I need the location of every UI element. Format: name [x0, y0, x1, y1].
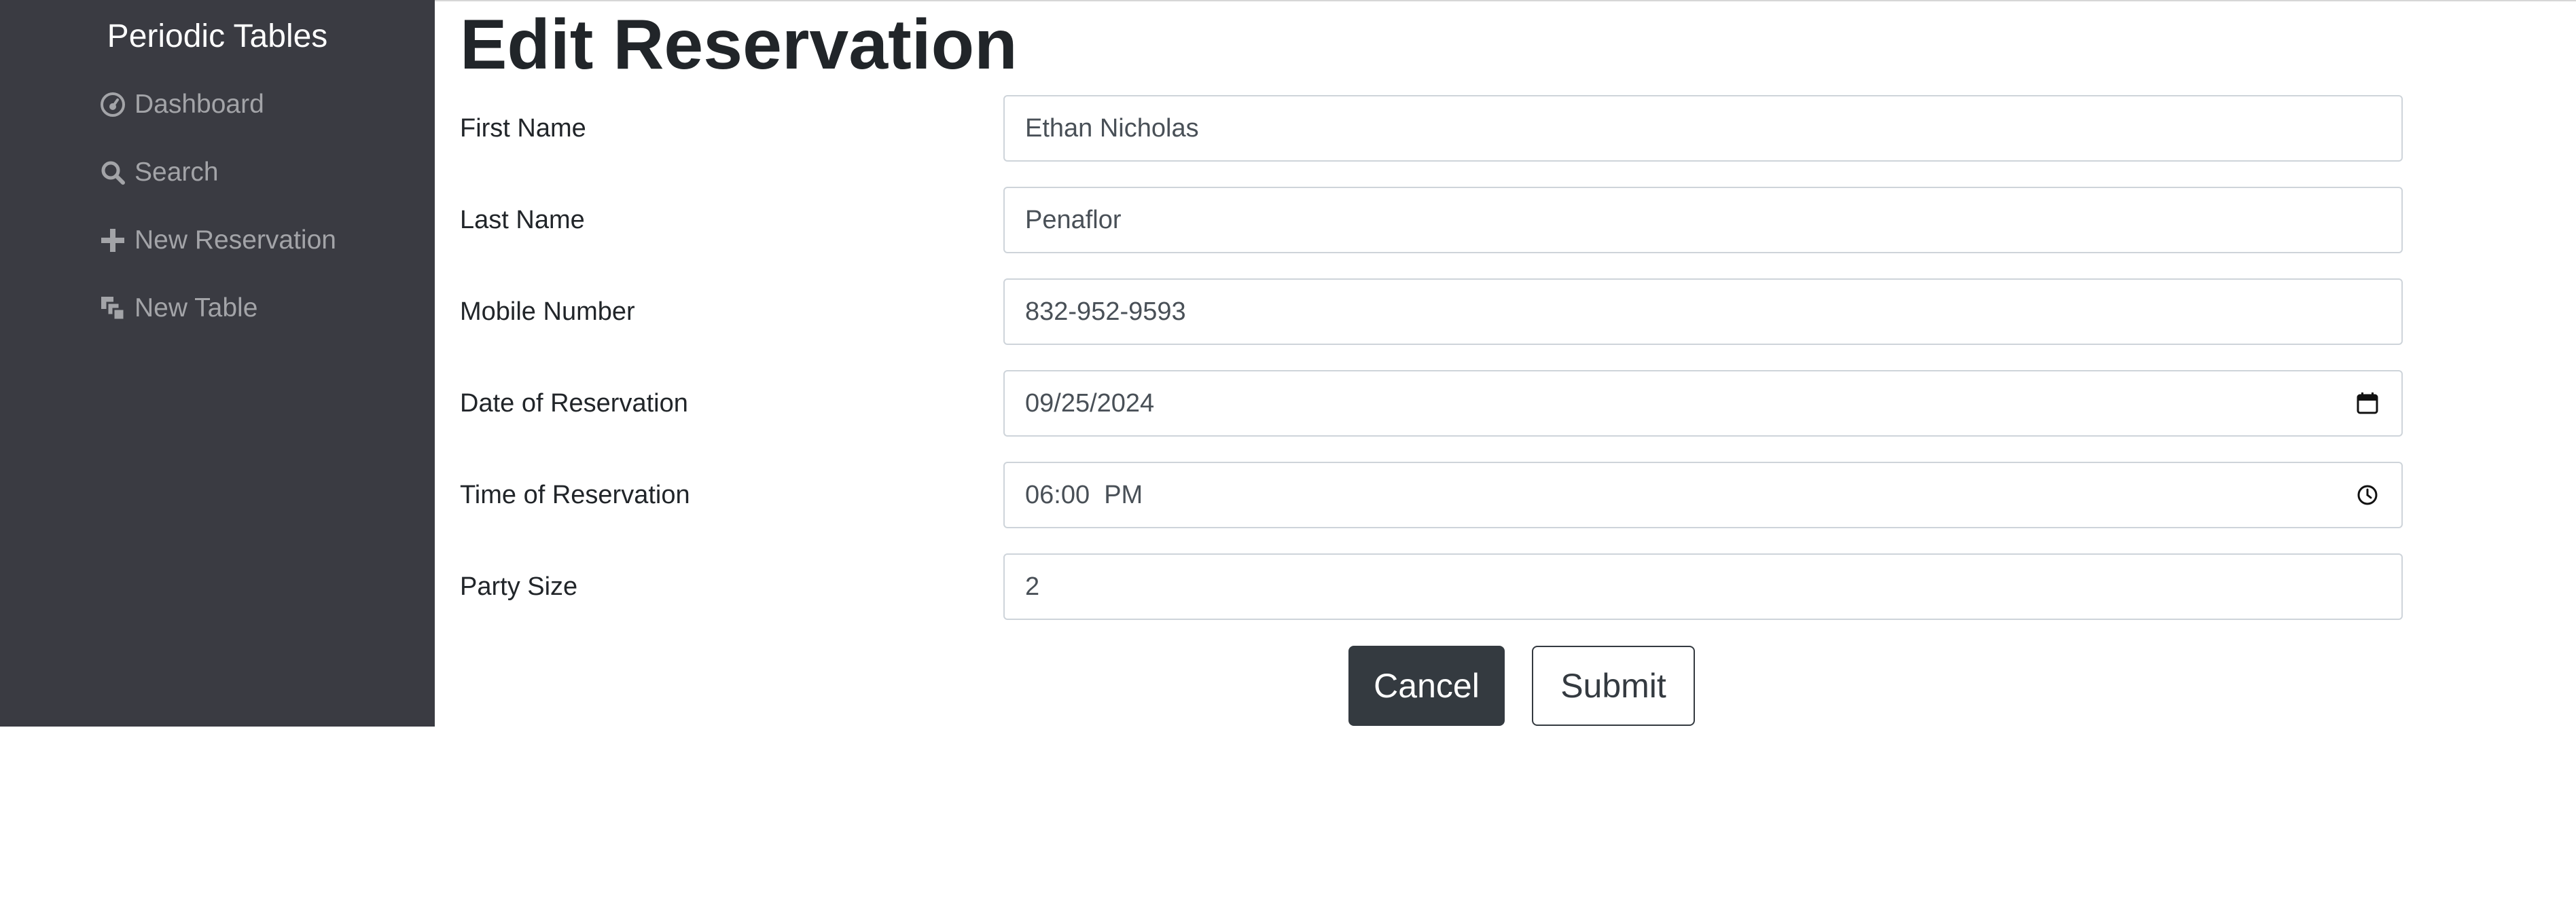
plus-icon	[99, 227, 126, 254]
first-name-value: Ethan Nicholas	[1025, 113, 1199, 143]
form-row-mobile-number: Mobile Number 832-952-9593	[460, 278, 2403, 345]
sidebar-item-dashboard[interactable]: Dashboard	[99, 83, 264, 126]
clock-icon[interactable]	[2354, 481, 2381, 509]
last-name-field[interactable]: Penaflor	[1003, 187, 2403, 253]
last-name-value: Penaflor	[1025, 205, 1122, 234]
sidebar-item-label: Dashboard	[135, 90, 264, 119]
form-row-last-name: Last Name Penaflor	[460, 187, 2403, 253]
submit-button[interactable]: Submit	[1532, 646, 1695, 726]
sidebar-item-label: New Table	[135, 293, 258, 323]
reservation-time-label: Time of Reservation	[460, 480, 690, 509]
sidebar-item-search[interactable]: Search	[99, 151, 219, 194]
reservation-date-field[interactable]: 09/25/2024	[1003, 370, 2403, 437]
party-size-value: 2	[1025, 572, 1040, 601]
last-name-label: Last Name	[460, 205, 585, 234]
dashboard-icon	[99, 91, 126, 118]
cancel-button[interactable]: Cancel	[1348, 646, 1505, 726]
reservation-time-field[interactable]: 06:00 PM	[1003, 462, 2403, 528]
sidebar-item-label: Search	[135, 158, 219, 187]
sidebar-item-new-table[interactable]: New Table	[99, 287, 257, 330]
party-size-field[interactable]: 2	[1003, 553, 2403, 620]
form-row-reservation-time: Time of Reservation 06:00 PM	[460, 462, 2403, 528]
page-title: Edit Reservation	[460, 5, 1018, 84]
sidebar-item-label: New Reservation	[135, 225, 336, 255]
mobile-number-label: Mobile Number	[460, 297, 635, 326]
brand-title[interactable]: Periodic Tables	[0, 15, 435, 58]
party-size-label: Party Size	[460, 572, 578, 601]
search-icon	[99, 159, 126, 186]
layers-icon	[99, 295, 126, 322]
form-row-first-name: First Name Ethan Nicholas	[460, 95, 2403, 162]
reservation-date-value: 09/25/2024	[1025, 388, 1155, 418]
first-name-field[interactable]: Ethan Nicholas	[1003, 95, 2403, 162]
form-row-party-size: Party Size 2	[460, 553, 2403, 620]
mobile-number-field[interactable]: 832-952-9593	[1003, 278, 2403, 345]
sidebar: Periodic Tables Dashboard Search New Res…	[0, 0, 435, 727]
sidebar-item-new-reservation[interactable]: New Reservation	[99, 219, 336, 262]
form-row-reservation-date: Date of Reservation 09/25/2024	[460, 370, 2403, 437]
first-name-label: First Name	[460, 113, 586, 143]
reservation-date-label: Date of Reservation	[460, 388, 688, 418]
mobile-number-value: 832-952-9593	[1025, 297, 1186, 326]
calendar-icon[interactable]	[2354, 390, 2381, 417]
reservation-time-value: 06:00 PM	[1025, 480, 1143, 509]
